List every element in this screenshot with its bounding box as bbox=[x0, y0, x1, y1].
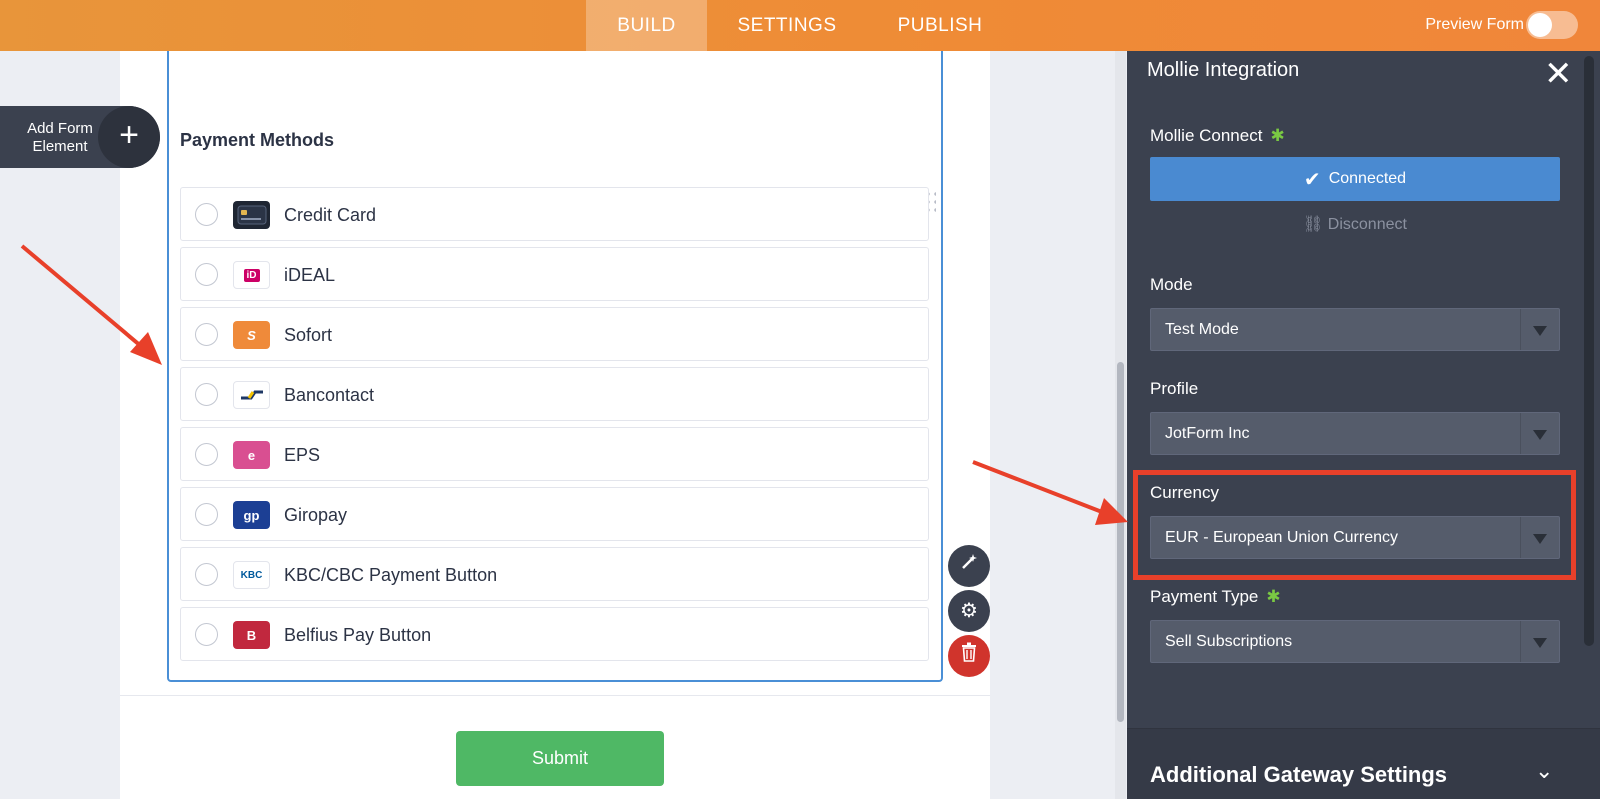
right-annotation-arrow bbox=[972, 460, 1128, 525]
annotation-arrows bbox=[20, 244, 1128, 525]
left-annotation-arrow bbox=[20, 244, 162, 365]
